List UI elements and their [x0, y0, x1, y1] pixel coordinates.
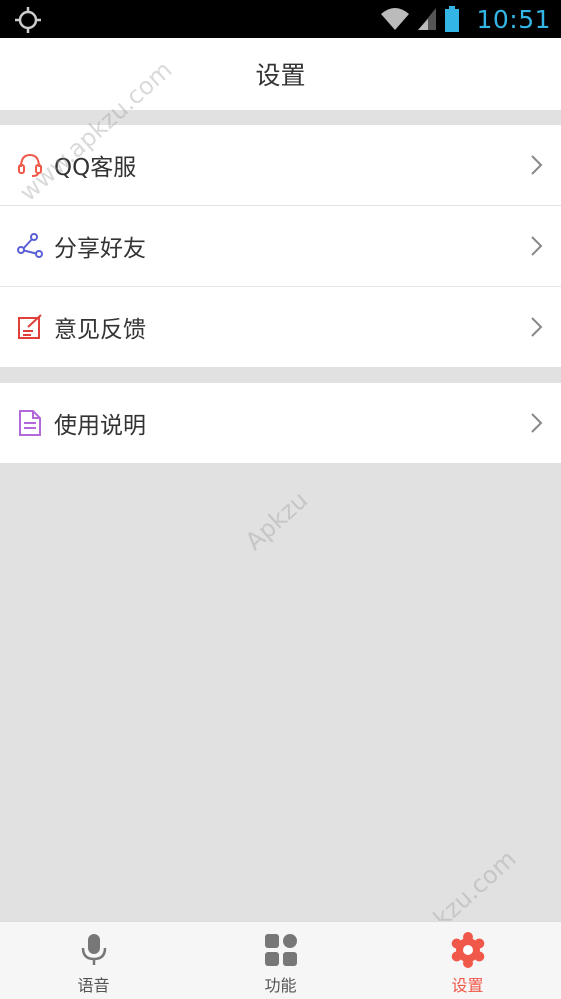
- page-title: 设置: [255, 61, 306, 90]
- settings-item-qq-service[interactable]: QQ客服: [0, 125, 561, 206]
- battery-icon: [445, 6, 460, 32]
- document-icon: [16, 409, 44, 437]
- gps-icon: [15, 7, 41, 33]
- settings-item-instructions[interactable]: 使用说明: [0, 383, 561, 463]
- settings-item-label: QQ客服: [54, 155, 137, 181]
- wifi-icon: [381, 8, 410, 30]
- microphone-icon: [76, 932, 112, 968]
- chevron-right-icon: [531, 236, 543, 256]
- app-bar: 设置: [0, 38, 561, 110]
- settings-item-label: 使用说明: [54, 413, 146, 439]
- chevron-right-icon: [531, 413, 543, 433]
- settings-item-label: 意见反馈: [54, 317, 146, 343]
- headset-icon: [16, 151, 44, 179]
- bottom-tab-bar: 语音 功能 设置: [0, 921, 561, 999]
- tab-label: 功能: [264, 976, 297, 995]
- tab-settings[interactable]: 设置: [374, 922, 561, 999]
- feedback-icon: [16, 313, 44, 341]
- tab-functions[interactable]: 功能: [187, 922, 374, 999]
- watermark-text: Apkzu: [240, 485, 314, 556]
- settings-item-feedback[interactable]: 意见反馈: [0, 287, 561, 367]
- settings-group-2: 使用说明: [0, 383, 561, 463]
- settings-group-1: QQ客服 分享好友 意见反馈: [0, 125, 561, 367]
- grid-icon: [263, 932, 299, 968]
- tab-label: 设置: [451, 976, 484, 995]
- settings-item-share-friends[interactable]: 分享好友: [0, 206, 561, 287]
- settings-gear-icon: [450, 932, 486, 968]
- signal-icon: [418, 8, 437, 30]
- status-bar: 10:51: [0, 0, 561, 38]
- status-time: 10:51: [476, 4, 551, 34]
- chevron-right-icon: [531, 317, 543, 337]
- tab-label: 语音: [77, 976, 110, 995]
- settings-item-label: 分享好友: [54, 236, 146, 262]
- chevron-right-icon: [531, 155, 543, 175]
- tab-voice[interactable]: 语音: [0, 922, 187, 999]
- share-icon: [16, 232, 44, 260]
